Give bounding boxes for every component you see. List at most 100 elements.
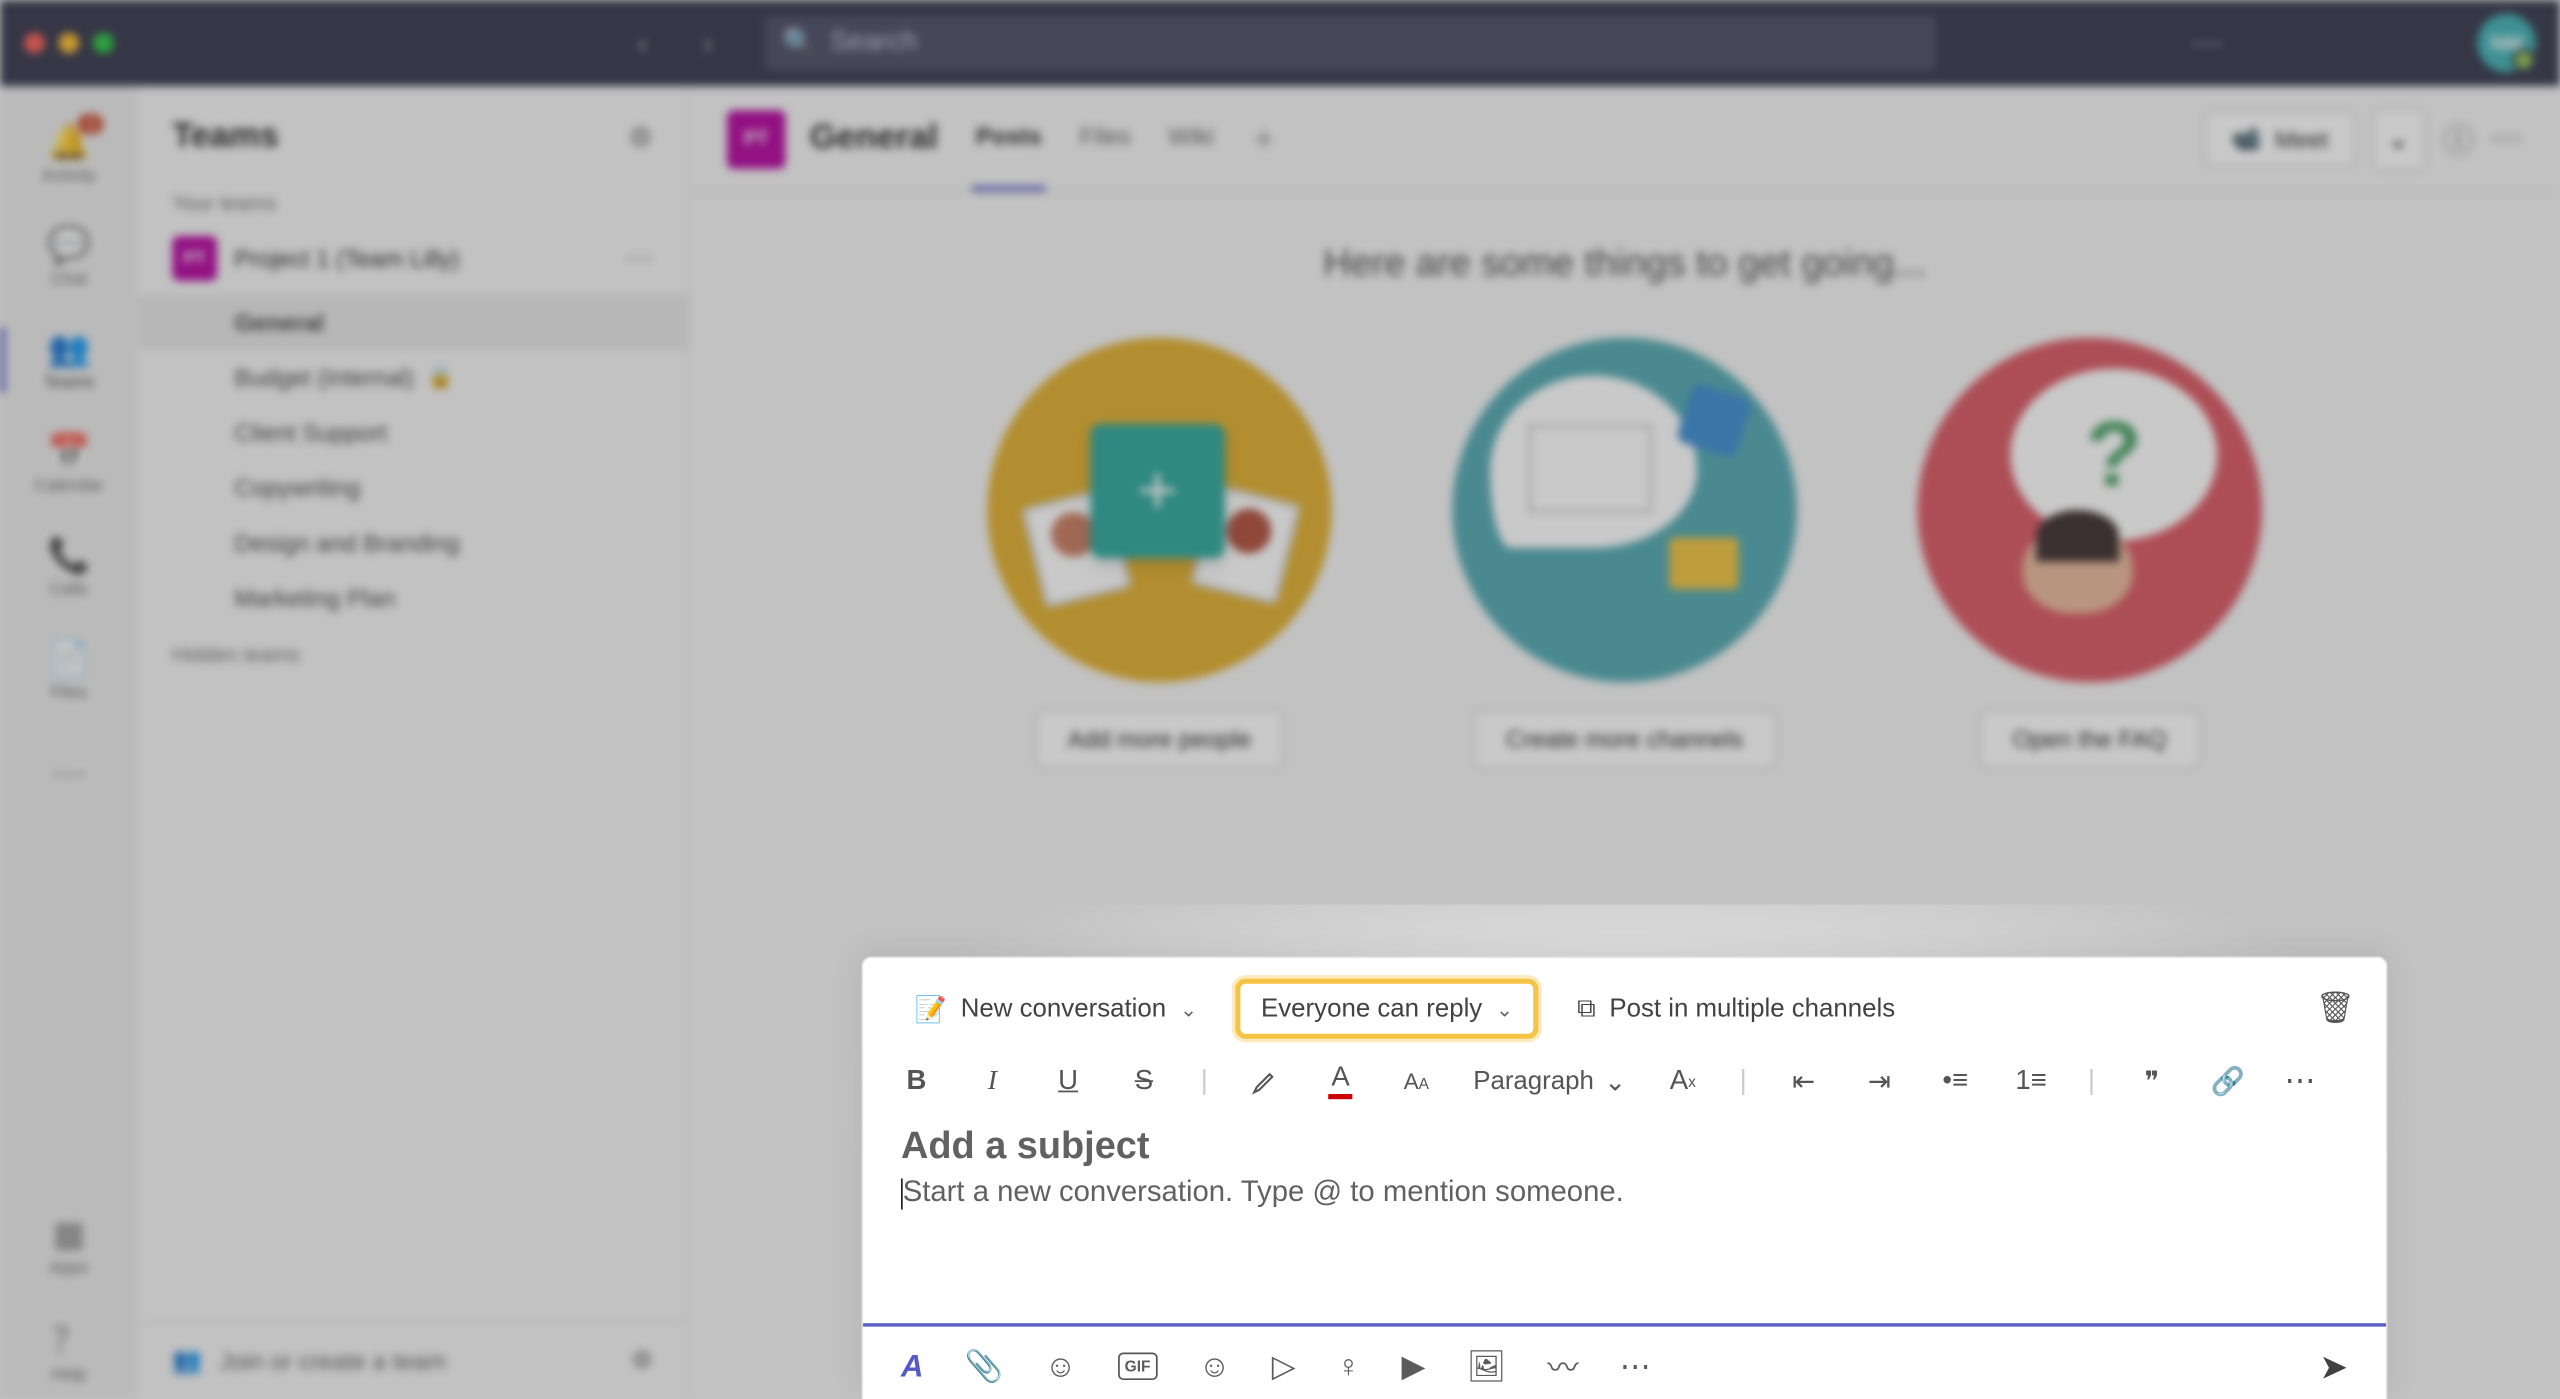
- numbered-list-icon[interactable]: 1≡: [2012, 1066, 2050, 1097]
- rail-activity[interactable]: 🔔1 Activity: [0, 103, 138, 203]
- info-icon[interactable]: ⓘ: [2443, 116, 2474, 161]
- rail-label: Chat: [51, 270, 87, 289]
- bold-button[interactable]: B: [898, 1066, 936, 1097]
- rail-teams[interactable]: 👥Teams: [0, 310, 138, 410]
- your-teams-label: Your teams: [138, 174, 688, 222]
- team-row[interactable]: PT Project 1 (Team Lilly) ⋯: [138, 222, 688, 294]
- forward-button[interactable]: ›: [679, 19, 738, 67]
- rail-calls[interactable]: 📞Calls: [0, 517, 138, 617]
- channel-budget[interactable]: Budget (Internal)🔒: [138, 350, 688, 405]
- rail-label: Teams: [44, 374, 95, 393]
- bulleted-list-icon[interactable]: •≡: [1936, 1066, 1974, 1097]
- tab-wiki[interactable]: Wiki: [1165, 87, 1217, 190]
- video-icon: 📹: [2231, 124, 2261, 153]
- send-button[interactable]: ➤: [2319, 1345, 2348, 1388]
- channel-more-icon[interactable]: ⋯: [2491, 121, 2522, 157]
- highlight-icon[interactable]: [1246, 1066, 1284, 1097]
- trash-icon[interactable]: 🗑: [2316, 991, 2355, 1027]
- rail-label: Calls: [50, 581, 88, 600]
- team-more-icon[interactable]: ⋯: [625, 241, 653, 275]
- titlebar: ‹ › 🔍 Search ⋯ NM: [0, 0, 2560, 86]
- post-multiple-channels-button[interactable]: ⧉ Post in multiple channels: [1556, 984, 1915, 1034]
- filter-icon[interactable]: ⚙: [628, 120, 653, 154]
- rail-help[interactable]: ？Help: [0, 1299, 138, 1399]
- subject-input[interactable]: Add a subject: [863, 1113, 2386, 1172]
- format-toggle-icon[interactable]: A: [901, 1348, 923, 1384]
- welcome-section: Here are some things to get going...: [689, 193, 2560, 303]
- search-input[interactable]: 🔍 Search: [765, 16, 1936, 71]
- open-faq-illustration: ?: [1917, 338, 2262, 683]
- window-controls[interactable]: [24, 33, 114, 54]
- rail-label: Files: [51, 684, 87, 703]
- team-name: Project 1 (Team Lilly): [234, 245, 608, 273]
- font-color-icon[interactable]: A: [1322, 1063, 1360, 1099]
- clear-formatting-icon[interactable]: Ax: [1664, 1066, 1702, 1097]
- compose-box: 📝 New conversation ⌄ Everyone can reply …: [861, 956, 2387, 1399]
- create-channels-button[interactable]: Create more channels: [1473, 710, 1776, 769]
- rail-label: Help: [51, 1366, 86, 1385]
- youtube-icon[interactable]: ▶: [1402, 1348, 1426, 1384]
- outdent-icon[interactable]: ⇤: [1785, 1064, 1823, 1098]
- attach-icon[interactable]: 📎: [965, 1348, 1004, 1384]
- gif-icon[interactable]: GIF: [1118, 1352, 1158, 1380]
- lock-icon: 🔒: [428, 365, 454, 389]
- quote-button[interactable]: ❞: [2133, 1064, 2171, 1098]
- emoji-icon[interactable]: ☺: [1045, 1348, 1077, 1384]
- sticker-icon[interactable]: ☺: [1199, 1348, 1231, 1384]
- link-icon[interactable]: 🔗: [2209, 1064, 2247, 1098]
- meet-button[interactable]: 📹Meet: [2205, 110, 2354, 167]
- format-more-button[interactable]: ⋯: [2285, 1063, 2319, 1099]
- attachment-toolbar: A 📎 ☺ GIF ☺ ▷ ♀ ▶ 🖼 〰 ⋯ ➤: [863, 1327, 2386, 1399]
- more-icon[interactable]: ⋯: [2191, 25, 2222, 61]
- message-body-input[interactable]: Start a new conversation. Type @ to ment…: [863, 1172, 2386, 1327]
- join-team-label[interactable]: Join or create a team: [220, 1346, 447, 1374]
- new-conversation-dropdown[interactable]: 📝 New conversation ⌄: [894, 983, 1218, 1035]
- meet-now-icon[interactable]: ▷: [1272, 1348, 1296, 1384]
- new-conversation-label: New conversation: [961, 994, 1166, 1023]
- format-toolbar: B I U S | A AA Paragraph⌄ Ax | ⇤ ⇥ •≡ 1≡…: [863, 1056, 2386, 1113]
- app-rail: 🔔1 Activity 💬Chat 👥Teams 📅Calendar 📞Call…: [0, 86, 138, 1399]
- settings-icon[interactable]: ⚙: [631, 1346, 653, 1375]
- rail-more[interactable]: ⋯: [0, 724, 138, 824]
- tab-add[interactable]: ＋: [1248, 87, 1279, 190]
- rail-apps[interactable]: ▦Apps: [0, 1196, 138, 1296]
- channel-design[interactable]: Design and Branding: [138, 515, 688, 570]
- chevron-down-icon: ⌄: [1180, 997, 1197, 1021]
- open-faq-button[interactable]: Open the FAQ: [1980, 710, 2200, 769]
- channel-copywriting[interactable]: Copywriting: [138, 460, 688, 515]
- chevron-down-icon: ⌄: [2387, 121, 2410, 155]
- attach-more-icon[interactable]: ⋯: [1620, 1348, 1651, 1384]
- reply-scope-dropdown[interactable]: Everyone can reply ⌄: [1235, 979, 1539, 1039]
- card-create-channels: Create more channels: [1452, 338, 1797, 769]
- strike-button[interactable]: S: [1125, 1066, 1163, 1097]
- image-icon[interactable]: 🖼: [1467, 1348, 1506, 1384]
- profile-avatar[interactable]: NM: [2477, 14, 2536, 73]
- add-people-illustration: +: [987, 338, 1332, 683]
- card-open-faq: ? Open the FAQ: [1917, 338, 2262, 769]
- chevron-down-icon: ⌄: [1496, 997, 1513, 1021]
- font-size-button[interactable]: AA: [1397, 1068, 1435, 1094]
- add-people-button[interactable]: Add more people: [1035, 710, 1284, 769]
- tab-posts[interactable]: Posts: [972, 87, 1045, 190]
- search-placeholder: Search: [830, 28, 917, 59]
- channel-marketing[interactable]: Marketing Plan: [138, 570, 688, 625]
- rail-chat[interactable]: 💬Chat: [0, 207, 138, 307]
- indent-icon[interactable]: ⇥: [1860, 1064, 1898, 1098]
- rail-calendar[interactable]: 📅Calendar: [0, 413, 138, 513]
- underline-button[interactable]: U: [1049, 1066, 1087, 1097]
- search-icon: 🔍: [782, 26, 816, 60]
- italic-button[interactable]: I: [973, 1066, 1011, 1097]
- praise-icon[interactable]: 〰: [1547, 1344, 1578, 1389]
- back-button[interactable]: ‹: [613, 19, 672, 67]
- tab-files[interactable]: Files: [1076, 87, 1134, 190]
- rail-files[interactable]: 📄Files: [0, 620, 138, 720]
- reply-scope-label: Everyone can reply: [1261, 994, 1482, 1023]
- channel-general[interactable]: General: [138, 295, 688, 350]
- paragraph-dropdown[interactable]: Paragraph⌄: [1473, 1066, 1626, 1097]
- join-team-icon: 👥: [172, 1346, 202, 1375]
- channel-avatar: PT: [727, 109, 786, 168]
- channel-title: General: [810, 119, 938, 159]
- channel-client-support[interactable]: Client Support: [138, 405, 688, 460]
- meet-caret[interactable]: ⌄: [2372, 108, 2426, 170]
- stream-icon[interactable]: ♀: [1337, 1348, 1360, 1384]
